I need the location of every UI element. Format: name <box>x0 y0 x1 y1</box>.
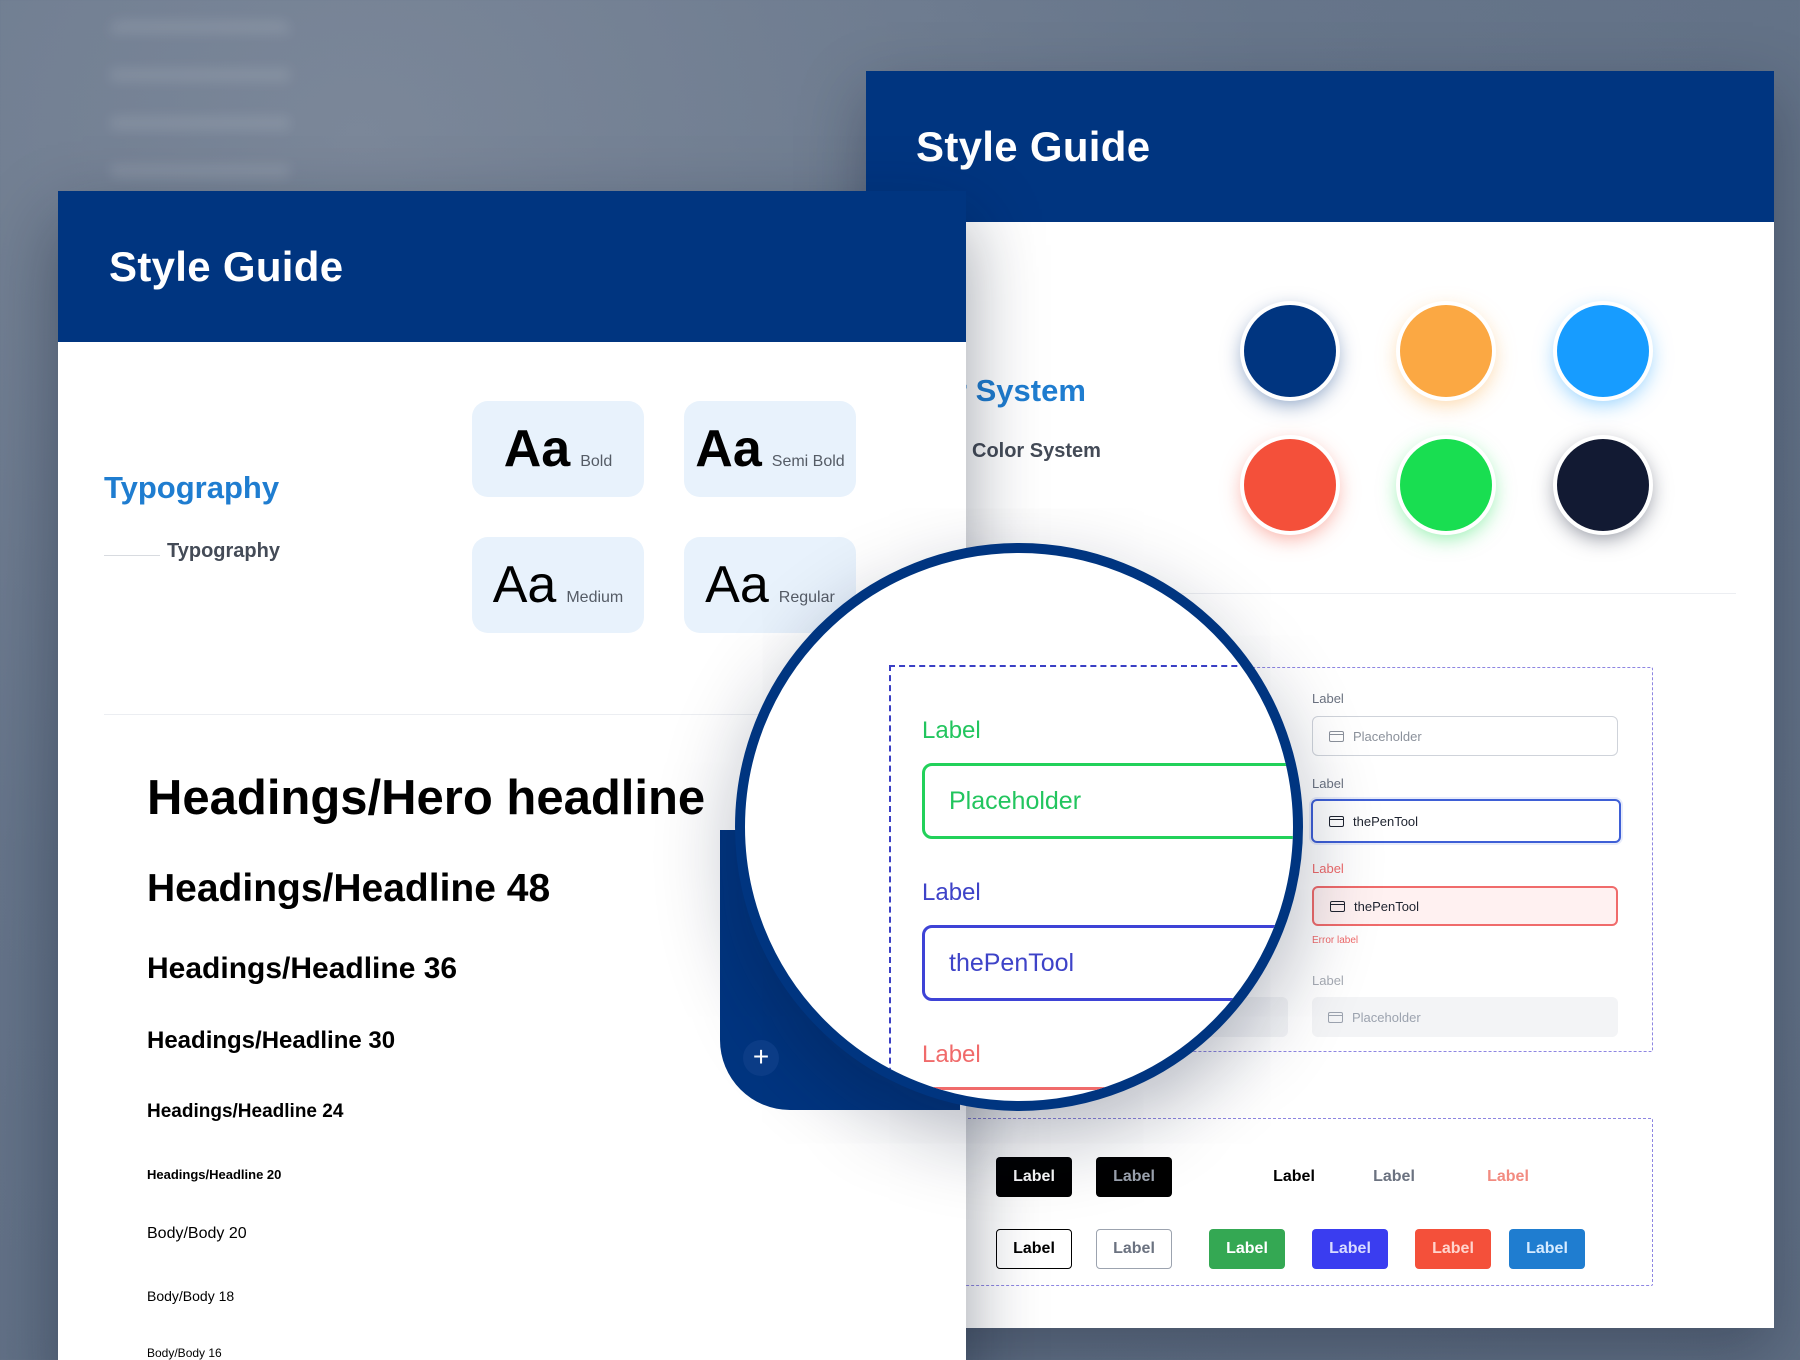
color-swatch-dark-navy[interactable] <box>1557 439 1649 531</box>
type-glyph: Aa <box>705 556 769 614</box>
type-weight-label: Semi Bold <box>771 453 845 470</box>
field-label-error: Label <box>1312 861 1344 876</box>
add-button[interactable]: + <box>743 1040 779 1076</box>
input-placeholder: Placeholder <box>949 786 1082 815</box>
mag-label-success: Label <box>922 717 981 744</box>
input-value: thePenTool <box>949 948 1075 977</box>
button-info[interactable]: Label <box>1509 1229 1585 1269</box>
button-text-muted[interactable]: Label <box>1356 1157 1432 1197</box>
type-glyph: Aa <box>695 420 762 478</box>
type-glyph: Aa <box>503 420 571 478</box>
mag-input-success[interactable]: Placeholder <box>922 763 1293 839</box>
button-outline-muted[interactable]: Label <box>1096 1229 1172 1269</box>
card-icon <box>1329 815 1344 827</box>
color-swatch-orange[interactable] <box>1400 305 1492 397</box>
color-swatch-red[interactable] <box>1244 439 1336 531</box>
mag-label-active: Label <box>922 879 981 906</box>
section-subtitle-typography: Typography <box>167 540 280 562</box>
button-primary-dark[interactable]: Label <box>996 1157 1072 1197</box>
input-default[interactable]: Placeholder <box>1312 716 1618 756</box>
type-card-semibold: Aa Semi Bold <box>684 401 856 497</box>
heading-20: Headings/Headline 20 <box>147 1167 282 1182</box>
section-title-typography: Typography <box>104 470 280 505</box>
type-card-medium: Aa Medium <box>472 537 644 633</box>
color-swatch-sky-blue[interactable] <box>1557 305 1649 397</box>
mag-input-active[interactable]: thePenTool <box>922 925 1293 1001</box>
magnifier-lens: Label Placeholder Label thePenTool Label <box>735 543 1303 1111</box>
heading-24: Headings/Headline 24 <box>147 1101 344 1122</box>
type-glyph: Aa <box>492 556 557 614</box>
section-subtitle-color: Color System <box>972 440 1101 462</box>
button-indigo[interactable]: Label <box>1312 1229 1388 1269</box>
button-danger[interactable]: Label <box>1415 1229 1491 1269</box>
page-title: Style Guide <box>916 122 1151 170</box>
input-value: thePenTool <box>1353 813 1419 829</box>
body-16: Body/Body 16 <box>147 1346 222 1360</box>
error-message: Error label <box>1312 935 1359 946</box>
button-outline[interactable]: Label <box>996 1229 1072 1269</box>
input-placeholder: Placeholder <box>1352 1009 1421 1025</box>
background-blur <box>110 20 290 180</box>
button-success[interactable]: Label <box>1209 1229 1285 1269</box>
body-20: Body/Body 20 <box>147 1225 247 1242</box>
input-disabled: Placeholder <box>1312 997 1618 1037</box>
field-label-active: Label <box>1312 776 1344 791</box>
page-title: Style Guide <box>109 242 344 290</box>
card-icon <box>1329 730 1344 742</box>
card-icon <box>1328 1011 1343 1023</box>
input-value: thePenTool <box>1354 898 1420 914</box>
color-swatch-navy[interactable] <box>1244 305 1336 397</box>
card-icon <box>1330 900 1345 912</box>
mag-label-error: Label <box>922 1041 981 1068</box>
sub-rule <box>104 555 160 556</box>
type-weight-label: Medium <box>566 589 624 606</box>
button-dark-disabled[interactable]: Label <box>1096 1157 1172 1197</box>
panel-header: Style Guide <box>866 71 1774 222</box>
field-label-disabled: Label <box>1312 973 1344 988</box>
body-18: Body/Body 18 <box>147 1288 235 1304</box>
button-text[interactable]: Label <box>1256 1157 1332 1197</box>
input-placeholder: Placeholder <box>1353 728 1422 744</box>
heading-30: Headings/Headline 30 <box>147 1027 396 1054</box>
input-active[interactable]: thePenTool <box>1311 799 1621 843</box>
color-swatch-green[interactable] <box>1400 439 1492 531</box>
heading-36: Headings/Headline 36 <box>147 952 458 985</box>
type-card-bold: Aa Bold <box>472 401 644 497</box>
panel-header: Style Guide <box>58 191 966 342</box>
heading-hero: Headings/Hero headline <box>147 771 706 825</box>
button-text-danger[interactable]: Label <box>1470 1157 1546 1197</box>
field-label-default: Label <box>1312 691 1344 706</box>
type-weight-label: Regular <box>778 589 835 606</box>
input-error[interactable]: thePenTool <box>1312 886 1618 926</box>
heading-48: Headings/Headline 48 <box>147 867 551 910</box>
type-weight-label: Bold <box>580 453 613 470</box>
